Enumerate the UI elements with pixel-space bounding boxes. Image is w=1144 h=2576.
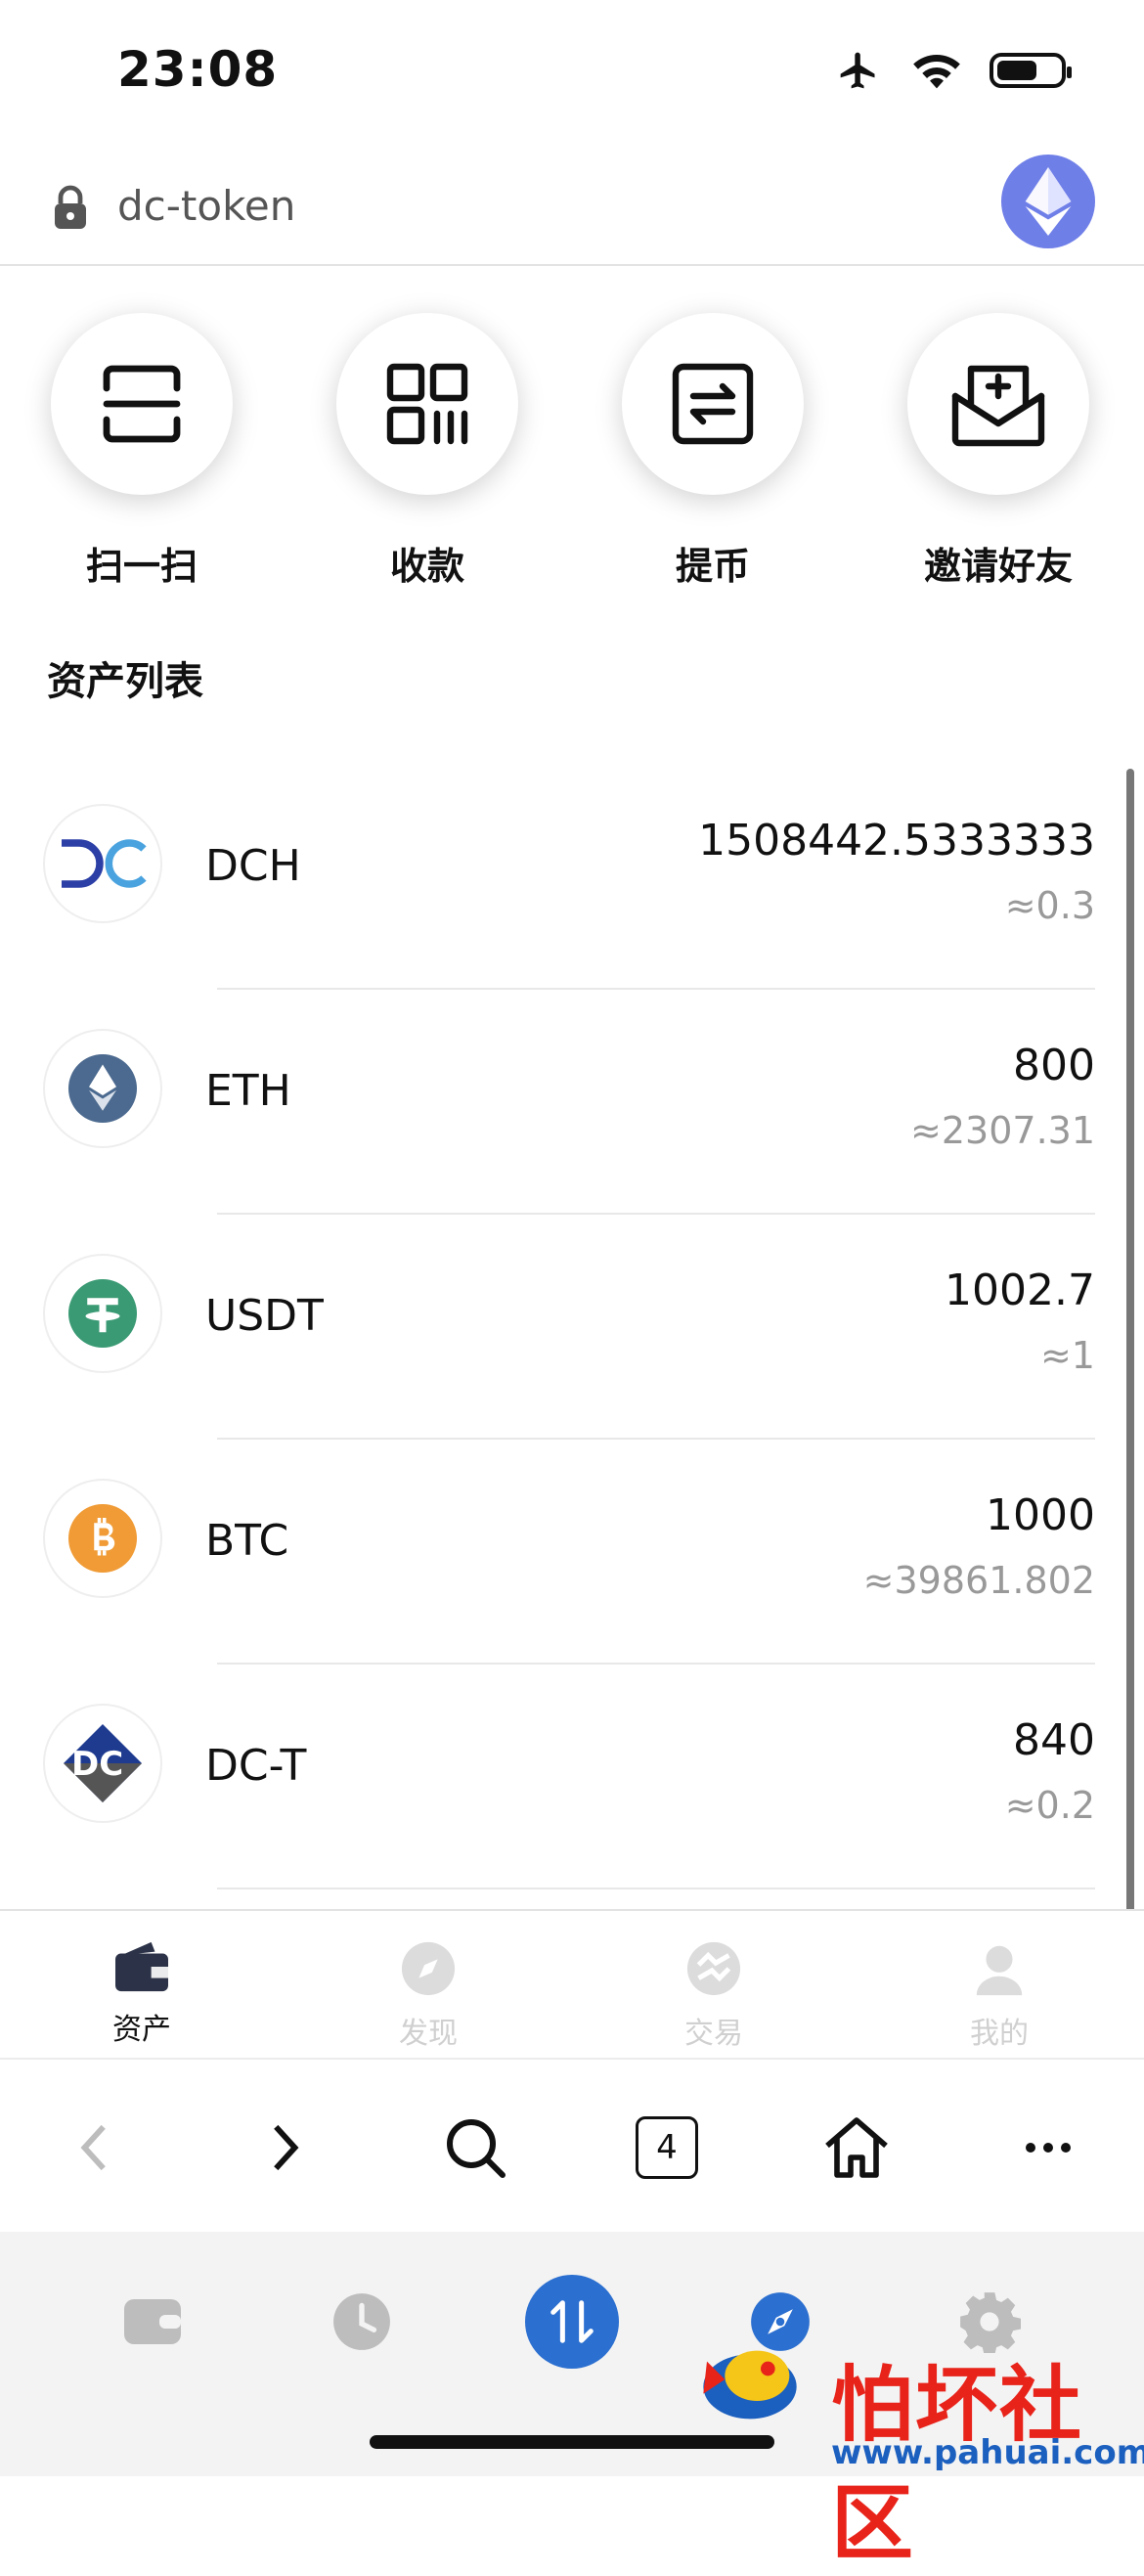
tab-label: 交易 [684, 2017, 743, 2051]
asset-row-eth[interactable]: ETH 800 ≈2307.31 [0, 990, 1105, 1215]
url-text[interactable]: dc-token [117, 182, 295, 230]
invite-button[interactable]: 邀请好友 [905, 313, 1091, 590]
watermark-url: www.pahuai.com [831, 2433, 1144, 2472]
invite-envelope-icon [951, 365, 1045, 447]
home-button[interactable] [808, 2109, 905, 2187]
withdraw-button[interactable]: 提币 [620, 313, 806, 590]
tabs-button[interactable]: 4 [618, 2109, 716, 2187]
asset-value: ≈0.3 [1004, 884, 1095, 927]
dch-coin-icon [43, 804, 162, 923]
chevron-left-icon [80, 2124, 106, 2171]
exchange-icon [686, 1941, 741, 1996]
wallet-icon [115, 1941, 168, 1992]
usdt-coin-icon [43, 1254, 162, 1373]
asset-symbol: DCH [205, 841, 301, 891]
eth-coin-icon [43, 1029, 162, 1148]
asset-value: ≈2307.31 [910, 1109, 1095, 1152]
more-button[interactable] [999, 2109, 1097, 2187]
asset-value: ≈1 [1039, 1334, 1095, 1377]
swap-arrows-icon [550, 2300, 594, 2343]
scan-label: 扫一扫 [85, 545, 198, 588]
asset-amount: 800 [1013, 1041, 1095, 1090]
tab-discover[interactable]: 发现 [330, 1940, 526, 2052]
asset-symbol: USDT [205, 1291, 324, 1341]
invite-label: 邀请好友 [923, 545, 1073, 588]
tab-assets[interactable]: 资产 [44, 1940, 240, 2048]
home-icon [825, 2117, 888, 2178]
dock-history-button[interactable] [313, 2273, 411, 2371]
search-button[interactable] [426, 2109, 524, 2187]
tab-me[interactable]: 我的 [902, 1940, 1097, 2052]
dock-wallet-button[interactable] [104, 2273, 201, 2371]
app-tab-bar: 资产 发现 交易 我的 [0, 1909, 1144, 2058]
scan-icon [103, 365, 181, 443]
wallet-icon [124, 2299, 181, 2344]
status-icons [833, 49, 1072, 92]
eth-avatar-icon[interactable] [1001, 155, 1095, 248]
watermark-logo-icon [703, 2350, 797, 2420]
browser-toolbar: 4 [0, 2058, 1144, 2234]
asset-row-btc[interactable]: BTC 1000 ≈39861.802 [0, 1440, 1105, 1665]
user-icon [976, 1945, 1023, 1996]
row-divider [217, 1888, 1095, 1889]
wifi-icon [913, 55, 960, 89]
url-bar[interactable]: dc-token [0, 147, 1144, 266]
dock-transfer-button[interactable] [523, 2273, 621, 2371]
compass-icon [401, 1941, 456, 1996]
status-time: 23:08 [117, 41, 279, 98]
tab-label: 发现 [399, 2017, 458, 2051]
tab-label: 我的 [970, 2017, 1029, 2051]
btc-coin-icon [43, 1479, 162, 1598]
asset-value: ≈0.2 [1004, 1784, 1095, 1827]
withdraw-label: 提币 [675, 545, 750, 588]
asset-symbol: DC-T [205, 1741, 307, 1791]
tab-trade[interactable]: 交易 [616, 1940, 812, 2052]
asset-amount: 840 [1013, 1715, 1095, 1765]
scan-button[interactable]: 扫一扫 [49, 313, 235, 590]
asset-value: ≈39861.802 [862, 1559, 1095, 1602]
asset-amount: 1508442.5333333 [698, 816, 1095, 866]
scrollbar[interactable] [1126, 769, 1134, 2040]
home-indicator[interactable] [370, 2435, 774, 2449]
asset-row-dch[interactable]: DCH 1508442.5333333 ≈0.3 [0, 765, 1105, 990]
tab-count: 4 [656, 2128, 678, 2167]
back-button[interactable] [47, 2109, 145, 2187]
asset-amount: 1002.7 [945, 1266, 1095, 1315]
svg-text:DC: DC [71, 1745, 123, 1784]
tab-label: 资产 [112, 2013, 171, 2047]
clock-icon [333, 2293, 390, 2350]
dct-coin-icon: DC [43, 1704, 162, 1823]
asset-amount: 1000 [986, 1490, 1095, 1540]
airplane-icon [840, 52, 875, 89]
lock-icon [55, 185, 86, 229]
assets-list-title: 资产列表 [47, 659, 203, 704]
forward-button[interactable] [235, 2109, 332, 2187]
tabs-count-icon: 4 [636, 2116, 698, 2179]
asset-symbol: BTC [205, 1516, 289, 1566]
receive-label: 收款 [389, 545, 464, 588]
asset-row-dct[interactable]: DC DC-T 840 ≈0.2 [0, 1665, 1105, 1889]
transfer-icon [672, 363, 754, 445]
asset-symbol: ETH [205, 1066, 291, 1116]
qr-code-icon [386, 363, 468, 445]
chevron-right-icon [274, 2124, 299, 2171]
battery-icon [990, 53, 1072, 88]
receive-button[interactable]: 收款 [334, 313, 520, 590]
more-icon [1026, 2143, 1071, 2153]
search-icon [447, 2119, 506, 2178]
asset-row-usdt[interactable]: USDT 1002.7 ≈1 [0, 1215, 1105, 1440]
